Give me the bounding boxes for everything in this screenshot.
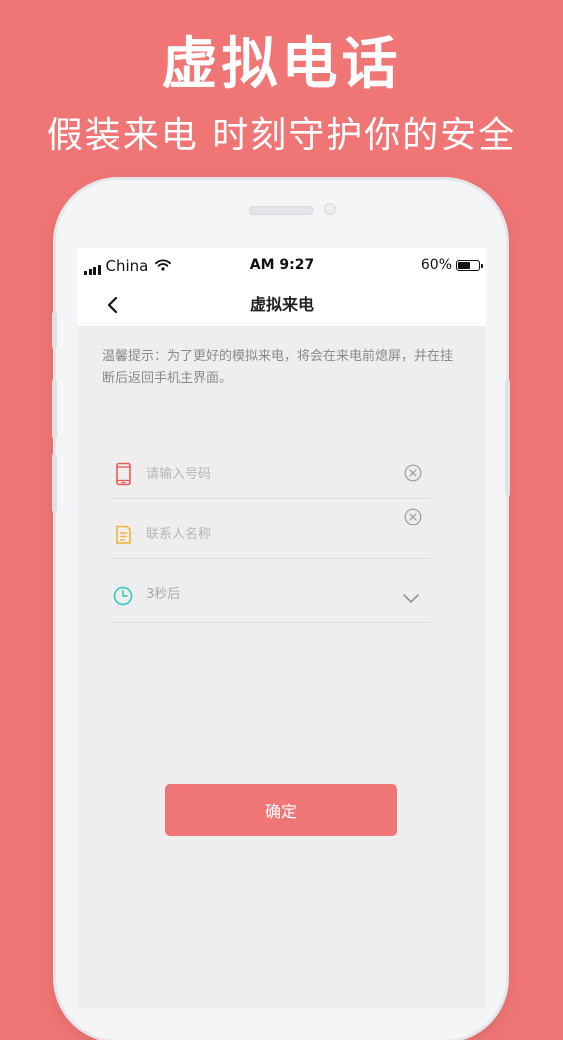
earpiece-speaker	[249, 206, 313, 215]
delay-select-row[interactable]: 3秒后	[112, 574, 430, 623]
contact-name-row	[112, 508, 430, 559]
mute-switch	[52, 312, 57, 348]
page-title: 虚拟来电	[249, 295, 314, 314]
phone-number-input[interactable]	[146, 462, 386, 486]
promo-title: 虚拟电话	[161, 32, 402, 97]
contact-name-input[interactable]	[146, 522, 386, 546]
phone-frame: China AM 9:27 60% 虚拟来电 温馨提示：为了更好的模拟来电，将会…	[52, 180, 510, 1040]
status-right: 60%	[420, 257, 483, 274]
chevron-down-icon[interactable]	[402, 589, 420, 607]
tip-text: 温馨提示：为了更好的模拟来电，将会在来电前熄屏，并在挂断后返回手机主界面。	[102, 349, 454, 386]
nav-bar: 虚拟来电	[78, 284, 486, 326]
phone-screen: China AM 9:27 60% 虚拟来电 温馨提示：为了更好的模拟来电，将会…	[78, 248, 486, 1008]
status-bar: China AM 9:27 60%	[78, 248, 486, 284]
phone-number-row	[112, 450, 430, 499]
main-content: 温馨提示：为了更好的模拟来电，将会在来电前熄屏，并在挂断后返回手机主界面。 请输…	[78, 326, 486, 1008]
front-camera	[324, 203, 336, 215]
power-button	[505, 380, 510, 496]
clear-phone-icon[interactable]	[404, 464, 422, 482]
delay-value: 3秒后	[146, 587, 181, 602]
clear-contact-icon[interactable]	[404, 508, 422, 526]
contact-card-icon	[116, 525, 131, 544]
battery-percent: 60%	[420, 257, 452, 273]
battery-icon	[456, 260, 483, 271]
volume-down-button	[52, 454, 57, 512]
mobile-phone-icon	[116, 462, 131, 486]
volume-up-button	[52, 380, 57, 438]
promo-subtitle: 假装来电 时刻守护你的安全	[46, 115, 517, 156]
clock-icon	[113, 586, 133, 606]
confirm-button[interactable]: 确定	[165, 784, 397, 836]
